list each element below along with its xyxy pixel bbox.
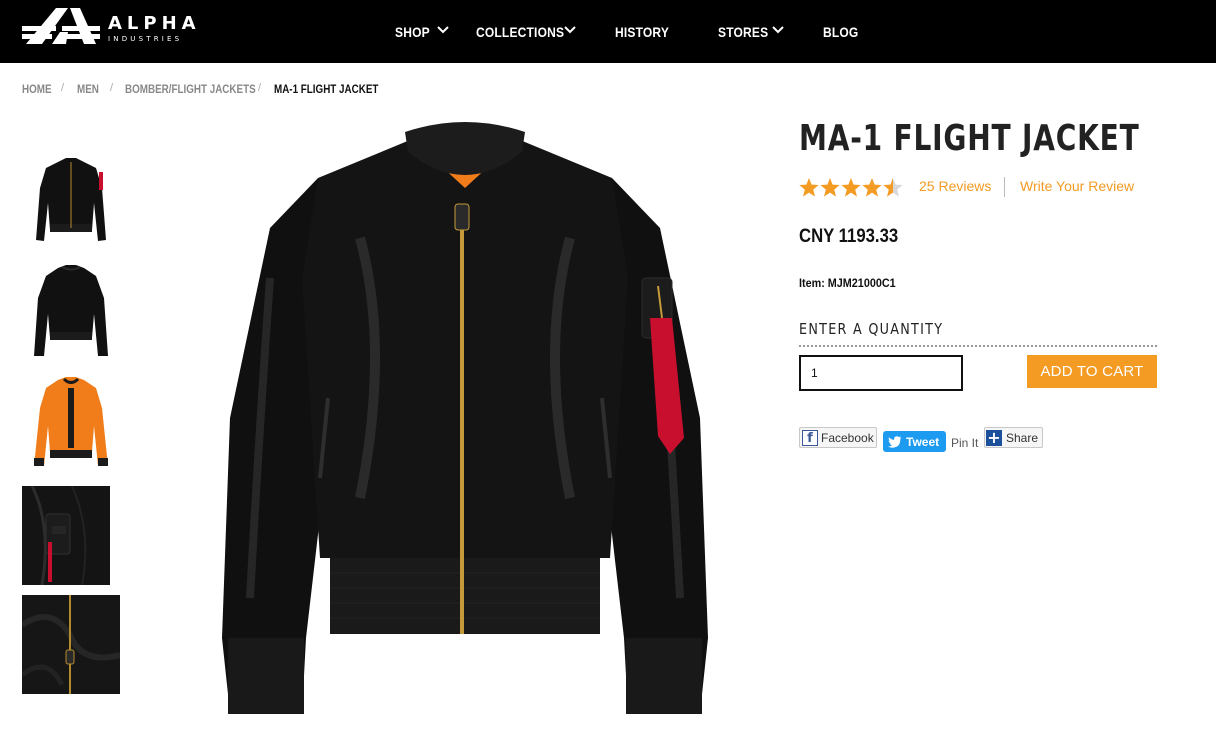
tweet-label: Tweet (906, 434, 940, 449)
alpha-logo-icon (22, 8, 100, 44)
divider (1004, 177, 1005, 197)
thumbnail-sleeve-detail[interactable] (22, 486, 110, 585)
breadcrumb-current: MA-1 FLIGHT JACKET (274, 82, 379, 96)
breadcrumb-separator: / (61, 82, 65, 94)
jacket-back-black-thumbnail (34, 265, 108, 356)
divider (799, 345, 1157, 347)
chevron-down-icon (772, 26, 784, 34)
facebook-icon: f (802, 429, 818, 446)
breadcrumb-separator: / (258, 82, 262, 94)
share-button[interactable]: + Share (984, 427, 1043, 448)
thumbnail-lining[interactable] (22, 368, 120, 467)
write-review-link[interactable]: Write Your Review (1020, 178, 1134, 194)
star-half-icon (883, 178, 903, 197)
thumbnail-front[interactable] (22, 148, 120, 247)
share-label: Share (1006, 430, 1039, 445)
chevron-down-icon (564, 26, 576, 34)
nav-label: STORES (718, 24, 769, 40)
quantity-input[interactable] (799, 355, 963, 391)
rating-stars (799, 178, 903, 197)
brand-logo[interactable]: ALPHA INDUSTRIES (22, 4, 201, 54)
item-number: Item: MJM21000C1 (799, 276, 896, 290)
pin-it-button[interactable]: Pin It (951, 432, 978, 453)
nav-item-history[interactable]: HISTORY (615, 22, 678, 42)
facebook-label: Facebook (821, 430, 874, 445)
jacket-front-orange-lining-thumbnail (34, 377, 108, 466)
ma1-jacket-front-image (222, 122, 708, 714)
breadcrumb-category[interactable]: BOMBER/FLIGHT JACKETS (125, 82, 256, 96)
nav-label: BLOG (823, 24, 859, 40)
star-full-icon (862, 178, 882, 197)
nav-item-blog[interactable]: BLOG (823, 22, 864, 42)
thumbnail-zipper-detail[interactable] (22, 595, 120, 694)
product-title: MA-1 FLIGHT JACKET (799, 118, 1140, 159)
brand-tagline: INDUSTRIES (108, 35, 183, 43)
chevron-down-icon (437, 26, 449, 34)
plus-icon: + (986, 427, 1002, 447)
breadcrumb-separator: / (110, 82, 114, 94)
jacket-zipper-detail-thumbnail (22, 595, 120, 694)
nav-item-stores[interactable]: STORES (718, 22, 784, 42)
tweet-button[interactable]: Tweet (883, 431, 946, 452)
brand-name: ALPHA (108, 13, 201, 34)
site-header: ALPHA INDUSTRIES SHOP COLLECTIONS HISTOR… (0, 0, 1216, 63)
quantity-label: ENTER A QUANTITY (799, 320, 944, 338)
main-product-image[interactable] (210, 118, 720, 718)
breadcrumb-home[interactable]: HOME (22, 82, 52, 96)
jacket-front-black-thumbnail (36, 158, 106, 241)
nav-label: HISTORY (615, 24, 670, 40)
star-full-icon (841, 178, 861, 197)
nav-item-shop[interactable]: SHOP (395, 22, 449, 42)
reviews-link[interactable]: 25 Reviews (919, 178, 991, 194)
thumbnail-back[interactable] (22, 258, 120, 357)
jacket-sleeve-pocket-detail-thumbnail (22, 486, 110, 585)
star-full-icon (799, 178, 819, 197)
nav-label: COLLECTIONS (476, 24, 565, 40)
product-price: CNY 1193.33 (799, 226, 899, 247)
breadcrumb-men[interactable]: MEN (77, 82, 99, 96)
twitter-bird-icon (888, 435, 902, 448)
facebook-share-button[interactable]: f Facebook (799, 427, 877, 448)
pin-it-label: Pin It (951, 435, 979, 450)
nav-label: SHOP (395, 24, 430, 40)
add-to-cart-button[interactable]: ADD TO CART (1027, 355, 1157, 388)
star-full-icon (820, 178, 840, 197)
nav-item-collections[interactable]: COLLECTIONS (476, 22, 579, 42)
